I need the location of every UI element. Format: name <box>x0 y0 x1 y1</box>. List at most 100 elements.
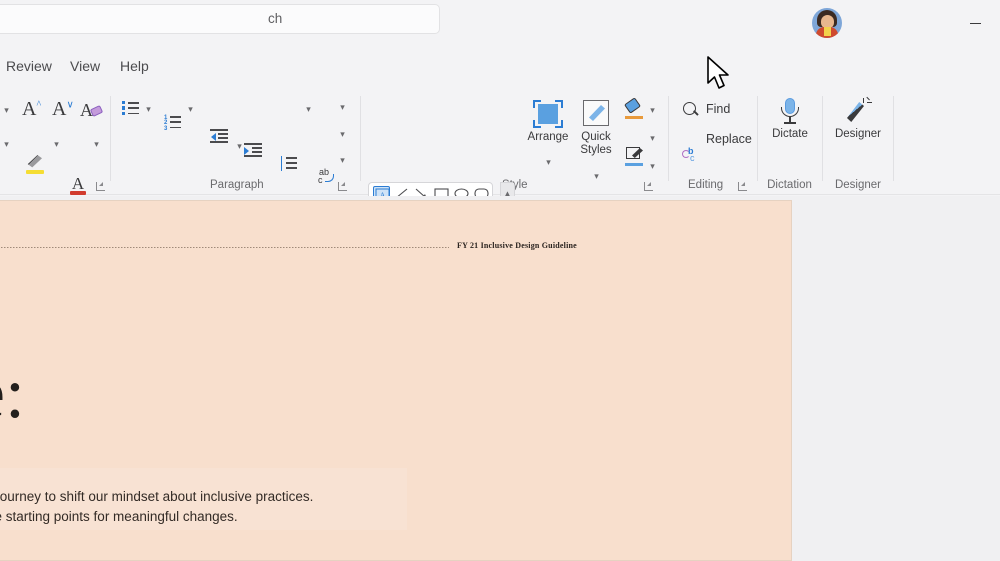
slide-workspace: FY 21 Inclusive Design Guideline nclusiv… <box>0 196 1000 561</box>
shape-effects-chevron[interactable] <box>648 162 657 171</box>
shape-outline-button[interactable] <box>625 147 644 166</box>
slide-header-text[interactable]: FY 21 Inclusive Design Guideline <box>457 241 577 250</box>
bullet-line-3 <box>128 113 139 115</box>
find-label[interactable]: Find <box>706 102 730 116</box>
ls-line-1 <box>286 157 297 159</box>
minimize-button[interactable] <box>958 8 992 38</box>
highlight-color-bar <box>26 170 44 174</box>
avatar[interactable] <box>812 8 842 38</box>
font-size-dropdown-chevron[interactable] <box>2 106 11 115</box>
group-divider-3 <box>668 96 669 181</box>
decrease-indent-button[interactable] <box>210 129 228 143</box>
increase-indent-button[interactable] <box>244 143 262 157</box>
text-direction-button[interactable]: ab c <box>316 167 336 185</box>
tab-help[interactable]: Help <box>120 58 149 74</box>
bullet-line-2 <box>128 107 139 109</box>
shape-outline-chevron[interactable] <box>648 134 657 143</box>
slide-body-line-2[interactable]: simple starting points for meaningful ch… <box>0 509 238 524</box>
avatar-collar <box>824 27 831 36</box>
outline-color-bar <box>625 163 643 167</box>
decrease-indent-arrow <box>211 133 216 141</box>
smartart-chevron[interactable] <box>338 156 347 165</box>
ribbon-group-paragraph: 1 2 3 <box>116 90 354 195</box>
ribbon-tab-row: Review View Help FS Record Present in Te… <box>0 46 1000 90</box>
editing-dialog-launcher[interactable] <box>738 182 747 191</box>
slide-heading[interactable]: nclusive: <box>0 357 25 429</box>
slide-canvas[interactable]: FY 21 Inclusive Design Guideline nclusiv… <box>0 200 792 561</box>
minimize-icon <box>970 23 981 24</box>
bullets-chevron[interactable] <box>144 105 153 114</box>
number-line-2 <box>170 121 181 123</box>
wand-sparkle-2 <box>867 102 872 103</box>
ribbon: A^ A∨ A A <box>0 90 1000 195</box>
bullet-line-1 <box>128 102 139 104</box>
quick-styles-icon <box>581 100 611 128</box>
find-icon[interactable] <box>683 102 699 118</box>
tab-review[interactable]: Review <box>6 58 52 74</box>
ls-line-3 <box>286 167 297 169</box>
powerpoint-window: ch Review View Help <box>0 0 1000 561</box>
line-spacing-chevron[interactable] <box>304 105 313 114</box>
ls-line-2 <box>286 162 297 164</box>
ii-line-4 <box>244 155 262 157</box>
dictate-button[interactable]: Dictate <box>762 98 818 141</box>
ii-line-3 <box>252 151 262 153</box>
shape-fill-chevron[interactable] <box>648 106 657 115</box>
number-line-1 <box>170 116 181 118</box>
paragraph-dialog-launcher[interactable] <box>338 182 347 191</box>
shrink-font-button[interactable]: A∨ <box>52 98 74 121</box>
arrange-corner-tr <box>555 100 563 108</box>
bullet-dot-3 <box>122 112 125 115</box>
replace-icon[interactable]: b c <box>682 146 700 162</box>
highlight-pen-icon <box>27 155 42 168</box>
quick-styles-chevron[interactable] <box>592 172 601 181</box>
magic-wand-icon <box>845 98 871 126</box>
line-spacing-button[interactable] <box>280 156 298 171</box>
arrange-chevron[interactable] <box>544 158 553 167</box>
ribbon-group-designer: Designer Designer <box>828 90 888 195</box>
replace-c: c <box>690 153 695 163</box>
wand-sparkle-3 <box>866 97 870 101</box>
ribbon-group-editing: Find b c Replace Editing <box>674 90 754 195</box>
bullet-dot-2 <box>122 106 125 109</box>
title-bar: ch <box>0 0 1000 46</box>
text-direction-arc <box>325 174 334 182</box>
replace-label[interactable]: Replace <box>706 132 752 146</box>
numbering-chevron[interactable] <box>186 105 195 114</box>
quick-styles-button[interactable]: Quick Styles <box>568 100 624 156</box>
text-direction-chevron[interactable] <box>338 103 347 112</box>
font-color-button[interactable]: A <box>68 174 88 196</box>
style-dialog-launcher[interactable] <box>644 182 653 191</box>
font-style-dropdown-chevron[interactable] <box>2 140 11 149</box>
increase-indent-arrow <box>244 147 249 155</box>
search-input[interactable] <box>0 4 440 34</box>
font-color-chevron[interactable] <box>92 140 101 149</box>
text-direction-c: c <box>318 175 323 185</box>
line-spacing-arrow <box>281 156 282 171</box>
justify-chevron[interactable] <box>235 142 244 151</box>
designer-label: Designer <box>830 128 886 141</box>
search-input-text: ch <box>268 11 282 26</box>
highlight-color-button[interactable] <box>24 153 46 175</box>
tab-view[interactable]: View <box>70 58 100 74</box>
highlight-color-chevron[interactable] <box>52 140 61 149</box>
grow-font-button[interactable]: A^ <box>22 98 41 121</box>
microphone-icon <box>778 98 802 126</box>
quick-styles-label-line2: Styles <box>568 144 624 157</box>
arrange-corner-br <box>555 120 563 128</box>
number-line-3 <box>170 127 181 129</box>
di-line-2 <box>218 133 228 135</box>
designer-group-label: Designer <box>828 179 888 191</box>
editing-group-label: Editing <box>688 179 723 191</box>
numbering-button[interactable]: 1 2 3 <box>164 115 181 129</box>
designer-button[interactable]: Designer <box>830 98 886 141</box>
bullets-button[interactable] <box>122 101 139 115</box>
font-dialog-launcher[interactable] <box>96 182 105 191</box>
clear-formatting-button[interactable]: A <box>80 99 104 121</box>
align-text-chevron[interactable] <box>338 130 347 139</box>
arrange-icon <box>533 100 563 128</box>
shape-fill-button[interactable] <box>625 100 644 119</box>
di-line-4 <box>210 141 228 143</box>
slide-body-line-1[interactable]: t of a journey to shift our mindset abou… <box>0 489 313 504</box>
di-line-3 <box>218 137 228 139</box>
